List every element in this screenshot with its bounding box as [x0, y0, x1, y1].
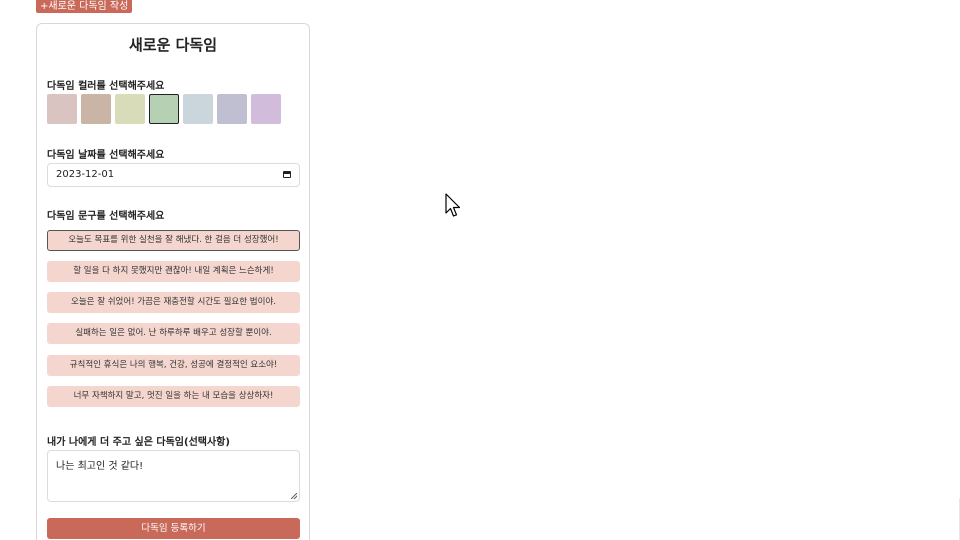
color-swatch[interactable]	[47, 94, 77, 124]
color-swatch[interactable]	[115, 94, 145, 124]
color-swatches	[47, 94, 281, 124]
new-dadokim-form: 새로운 다독임 다독임 컬러를 선택해주세요 다독임 날짜를 선택해주세요 20…	[36, 23, 310, 540]
phrase-option[interactable]: 오늘은 잘 쉬었어! 가끔은 재충전할 시간도 필요한 법이야.	[47, 292, 300, 313]
new-dadokim-button[interactable]: +새로운 다독임 작성	[36, 0, 133, 13]
date-value: 2023-12-01	[56, 169, 115, 180]
color-label: 다독임 컬러를 선택해주세요	[47, 81, 165, 92]
submit-button[interactable]: 다독임 등록하기	[47, 518, 300, 539]
color-swatch[interactable]	[183, 94, 213, 124]
color-swatch[interactable]	[251, 94, 281, 124]
calendar-icon[interactable]	[283, 171, 291, 178]
resize-grip-icon[interactable]	[291, 493, 297, 499]
message-value: 나는 최고인 것 같다!	[56, 461, 144, 472]
date-input[interactable]: 2023-12-01	[47, 163, 300, 187]
color-swatch-selected[interactable]	[149, 94, 179, 124]
color-swatch[interactable]	[81, 94, 111, 124]
form-title: 새로운 다독임	[128, 36, 218, 54]
phrase-option[interactable]: 규칙적인 휴식은 나의 행복, 건강, 성공에 결정적인 요소야!	[47, 355, 300, 376]
color-swatch[interactable]	[217, 94, 247, 124]
phrase-option[interactable]: 실패하는 일은 없어. 난 하루하루 배우고 성장할 뿐이야.	[47, 323, 300, 344]
phrase-option[interactable]: 할 일을 다 하지 못했지만 괜찮아! 내일 계획은 느슨하게!	[47, 261, 300, 282]
date-label: 다독임 날짜를 선택해주세요	[47, 150, 165, 161]
mouse-cursor-icon	[445, 193, 461, 217]
phrase-label: 다독임 문구를 선택해주세요	[47, 211, 165, 222]
message-label: 내가 나에게 더 주고 싶은 다독임(선택사항)	[47, 437, 230, 448]
message-textarea[interactable]: 나는 최고인 것 같다!	[47, 450, 300, 502]
phrase-option[interactable]: 오늘도 목표를 위한 실천을 잘 해냈다. 한 걸음 더 성장했어!	[47, 230, 300, 251]
phrase-option[interactable]: 너무 자책하지 말고, 멋진 일을 하는 내 모습을 상상하자!	[47, 386, 300, 407]
